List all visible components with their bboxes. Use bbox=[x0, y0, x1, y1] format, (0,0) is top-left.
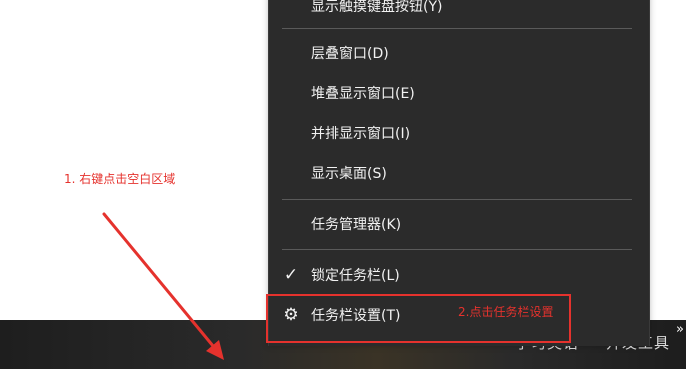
desktop[interactable]: 学习英语 开发工具 » 显示触摸键盘按钮(Y) 层叠窗口(D) 堆叠显示窗口(E… bbox=[0, 0, 686, 369]
annotation-arrow bbox=[102, 212, 224, 360]
